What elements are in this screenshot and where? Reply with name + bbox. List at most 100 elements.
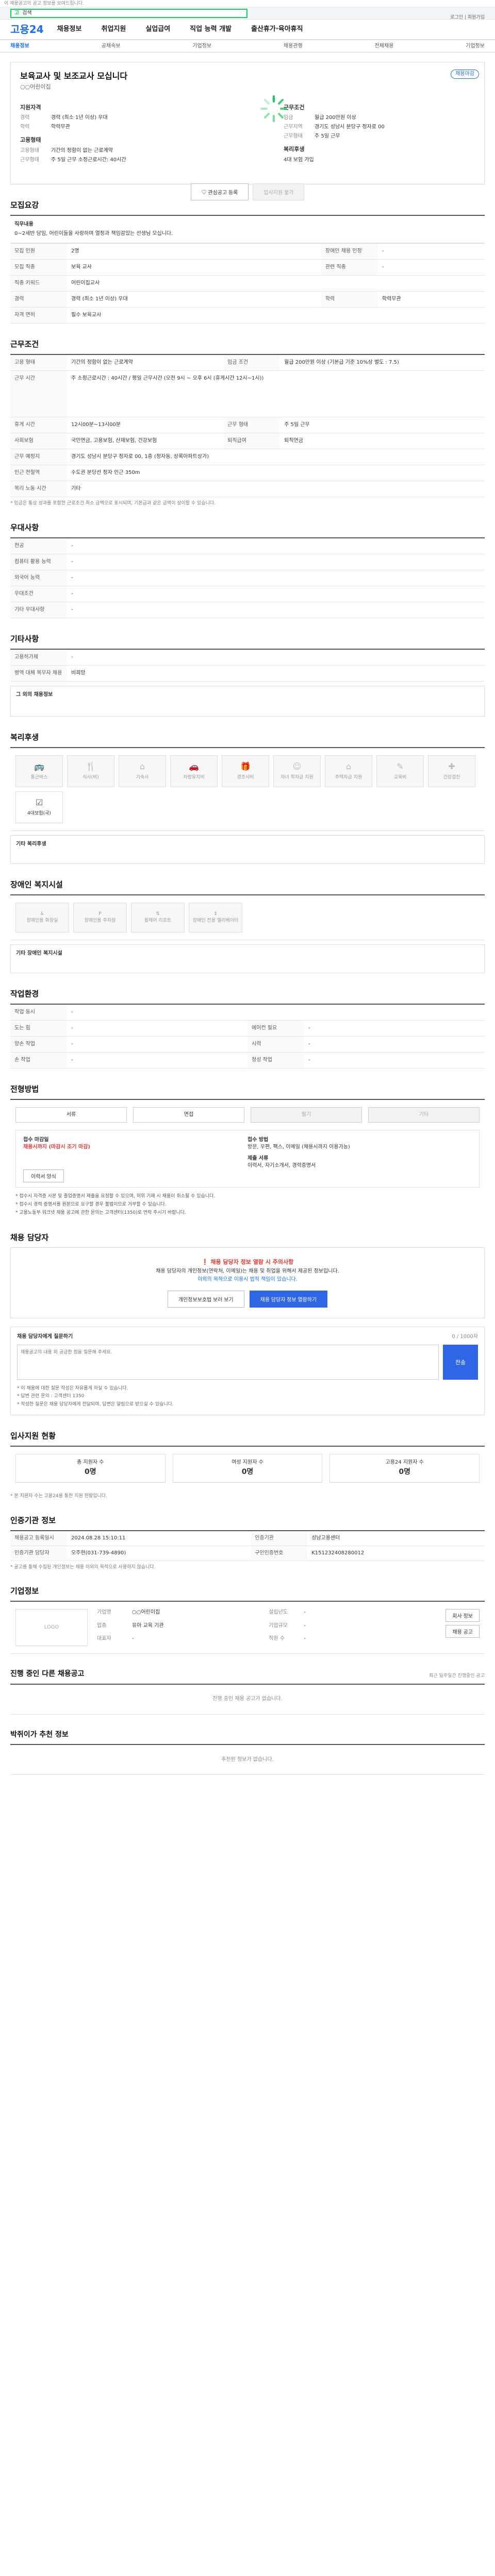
- table-row: 복리 노동 시간 기타: [10, 481, 485, 497]
- send-question-button[interactable]: 전송: [443, 1345, 478, 1380]
- view-contact-button[interactable]: 채용 담당자 정보 열람하기: [249, 1291, 328, 1308]
- disabled-grid: ♿ 장애인용 화장실 P 장애인용 주차장 ⇅ 휠체어 리프트 ⇕ 장애인 전용 엘리베…: [10, 894, 485, 940]
- company-name[interactable]: ○○어린이집: [20, 83, 475, 91]
- meal-icon: 🍴: [86, 761, 96, 772]
- section-title: 복리후생: [10, 732, 39, 742]
- table-row: 채용공고 등록일시 2024.08.28 15:10:11 인증기관 성남고용센터: [10, 1530, 485, 1546]
- status-badge: 채용마감: [451, 70, 479, 79]
- sub-nav-item[interactable]: 채용정보: [10, 43, 29, 50]
- section-title: 진행 중인 다른 채용공고: [10, 1670, 85, 1679]
- sub-nav-item[interactable]: 전체채용: [375, 43, 394, 50]
- recommend-empty: 추천된 정보가 없습니다.: [10, 1744, 485, 1775]
- page-title: 보육교사 및 보조교사 모십니다: [20, 71, 128, 81]
- baby-icon: ⌂: [345, 761, 352, 772]
- nav-item-support[interactable]: 취업지원: [101, 25, 126, 34]
- qual-title: 지원자격: [20, 104, 41, 111]
- sub-nav: 채용정보 공채속보 기업정보 채용관행 전체채용 기업정보: [0, 40, 495, 53]
- table-row: 자격 면허 필수 보육교사: [10, 307, 485, 324]
- nav-item-benefit[interactable]: 실업급여: [145, 25, 170, 34]
- welfare-tile: ☺ 자녀 학자금 지원: [273, 755, 321, 787]
- contact-notice: ❗ 채용 담당자 정보 열람 시 주의사항 채용 담당자의 개인정보(연락처, …: [10, 1247, 485, 1319]
- status-female: 여성 지원자 수 0명: [172, 1454, 323, 1483]
- util-links[interactable]: 로그인 | 회원가입: [450, 14, 485, 21]
- apply-status: 총 지원자 수 0명 여성 지원자 수 0명 고용24 지원자 수 0명: [10, 1446, 485, 1490]
- condition-table: 고용 형태 기간의 정함이 없는 근로계약 임금 조건 월급 200만원 이상 (기본…: [10, 354, 485, 497]
- job-summary: 채용마감 보육교사 및 보조교사 모십니다 ○○어린이집 지원자격 경력 경력 (…: [10, 62, 485, 200]
- table-row: 인증기관 담당자 오주현(031-739-4890) 구인인증번호 K15123240…: [10, 1546, 485, 1561]
- step-interview: 면접: [133, 1107, 244, 1123]
- nav-item-jobs[interactable]: 채용정보: [57, 25, 82, 34]
- table-row: 고용허가제 -: [10, 649, 485, 666]
- condition-note: * 임금은 통상 성과를 포함한 근로조건 최소 금액으로 표시되며, 기본급과…: [10, 501, 216, 506]
- section-title: 박쥐이가 추천 정보: [10, 1730, 69, 1739]
- search-input[interactable]: 검색: [22, 10, 31, 17]
- table-row: 병역 대체 복무자 채용 비희망: [10, 665, 485, 682]
- table-row: 모집 직종 보육 교사 관련 직종 -: [10, 259, 485, 276]
- table-row: 경력 경력 (최소 1년 이상) 우대 학력 학력무관: [10, 291, 485, 308]
- etc-table: 고용허가제 - 병역 대체 복무자 채용 비희망: [10, 648, 485, 682]
- nav-item-leave[interactable]: 출산휴가·육아휴직: [251, 25, 303, 34]
- search-box[interactable]: 고 검색: [10, 9, 248, 18]
- gift-icon: 🎁: [240, 761, 251, 772]
- table-row: 손 작업 - 청성 작업 -: [10, 1052, 485, 1069]
- section-title: 작업환경: [10, 989, 39, 998]
- apply-button[interactable]: 입사지원 불가: [253, 183, 305, 200]
- lift-icon: ⇅: [156, 911, 160, 917]
- table-row: 도는 힘 - 에어컨 필요 -: [10, 1020, 485, 1037]
- elevator-icon: ⇕: [213, 911, 218, 917]
- search-logo: 고: [14, 10, 20, 16]
- resume-form-button[interactable]: 이력서 양식: [23, 1169, 64, 1182]
- table-row: 전공 -: [10, 537, 485, 554]
- privacy-law-button[interactable]: 개인정보보호법 보러 보기: [167, 1291, 244, 1308]
- work-title: 근무조건: [284, 104, 305, 111]
- section-title: 모집요강: [10, 200, 39, 210]
- notice-bar: 이 채용공고의 공고 정보를 보여드립니다.: [0, 0, 495, 7]
- table-row: 작업 동시 -: [10, 1004, 485, 1021]
- sub-nav-item[interactable]: 기업정보: [466, 43, 485, 50]
- welfare-tile: ✚ 건강검진: [428, 755, 475, 787]
- toilet-icon: ♿: [40, 911, 45, 917]
- table-row: 컴퓨터 활용 능력 -: [10, 554, 485, 570]
- section-title: 전형방법: [10, 1084, 39, 1094]
- section-title: 입사지원 현황: [10, 1431, 56, 1441]
- question-input[interactable]: [17, 1345, 439, 1380]
- recruit-table: 모집 인원 2명 장애인 채용 인정 - 모집 직종 보육 교사 관련 직종 - 직종 키워…: [10, 243, 485, 324]
- pref-title: 복리후생: [284, 146, 305, 153]
- company-info-button[interactable]: 회사 정보: [446, 1609, 480, 1622]
- house-icon: ⌂: [139, 761, 145, 772]
- table-row: 우대조건 -: [10, 586, 485, 602]
- etc-extra-box: 그 외의 채용정보: [10, 685, 485, 717]
- ticket-icon: ☑: [35, 798, 43, 808]
- nav-item-training[interactable]: 직업 능력 개발: [190, 25, 232, 34]
- disabled-tile: ⇕ 장애인 전용 엘리베이터: [189, 902, 242, 933]
- table-row: 휴게 시간 12시00분~13시00분 근무 형태 주 5일 근무: [10, 417, 485, 433]
- step-etc: 기타: [368, 1107, 480, 1123]
- save-job-button[interactable]: ♡ 관심공고 등록: [190, 183, 249, 200]
- section-title: 우대사항: [10, 522, 39, 532]
- company-box: LOGO 기업명 ○○어린이집 설립년도 - 업종 유아 교육 기관 기업규모 - 대표…: [10, 1601, 485, 1654]
- status-total: 총 지원자 수 0명: [15, 1454, 166, 1483]
- table-row: 고용 형태 기간의 정함이 없는 근로계약 임금 조건 월급 200만원 이상 (기본…: [10, 354, 485, 371]
- brand-logo[interactable]: 고용24: [10, 22, 44, 37]
- disabled-tile: P 장애인용 주차장: [73, 902, 127, 933]
- section-title: 기타사항: [10, 634, 39, 643]
- disabled-other-box: 기타 장애인 복지시설: [10, 944, 485, 973]
- company-jobs-button[interactable]: 채용 공고: [446, 1625, 480, 1638]
- table-row: 근무 시간 주 소정근로시간 : 40시간 / 평일 근무시간 (오전 9시 ~ …: [10, 370, 485, 417]
- table-row: 외국어 능력 -: [10, 570, 485, 586]
- table-row: 양손 작업 - 시력 -: [10, 1036, 485, 1053]
- other-jobs-empty: 진행 중인 채용 공고가 없습니다.: [10, 1683, 485, 1715]
- child-icon: ☺: [292, 761, 302, 772]
- parking-icon: P: [98, 911, 102, 917]
- loading-spinner-icon: [260, 95, 287, 122]
- sub-nav-item[interactable]: 채용관행: [284, 43, 303, 50]
- bus-icon: 🚌: [34, 761, 44, 772]
- section-title: 근무조건: [10, 340, 39, 349]
- edu-icon: ✎: [397, 761, 404, 772]
- welfare-tile: 🍴 식사(비): [67, 755, 114, 787]
- sub-nav-item[interactable]: 공채속보: [102, 43, 121, 50]
- sub-nav-item[interactable]: 기업정보: [192, 43, 211, 50]
- emp-title: 고용형태: [20, 137, 41, 144]
- task-box: 직무내용 0~2세반 담임, 어린이들을 사랑하며 열정과 책임감있는 선생님 …: [10, 215, 485, 243]
- section-title: 기업정보: [10, 1586, 39, 1596]
